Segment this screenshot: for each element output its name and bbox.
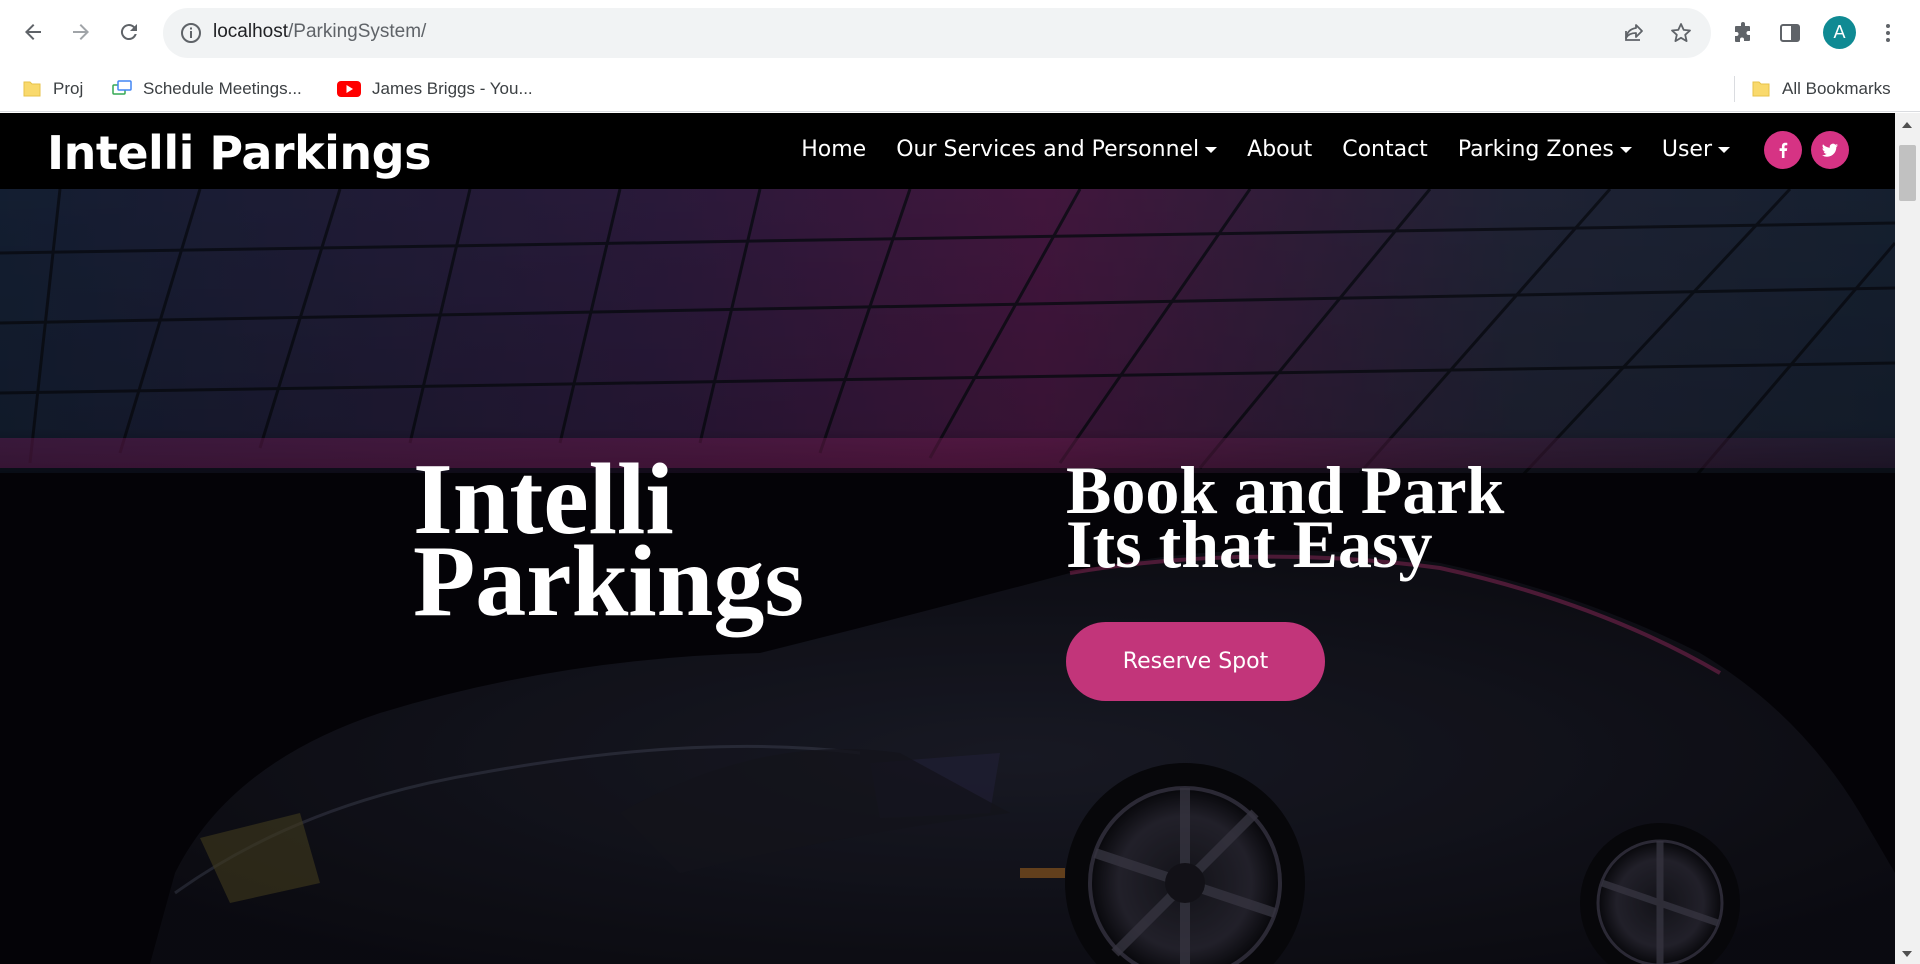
- nav-label: User: [1661, 137, 1712, 162]
- extensions-icon[interactable]: [1731, 21, 1755, 45]
- nav-label: Home: [801, 137, 867, 162]
- url-host: localhost: [213, 21, 288, 42]
- meetings-icon: [112, 80, 132, 95]
- nav-about[interactable]: About: [1247, 137, 1312, 162]
- bookmarks-bar: Proj Schedule Meetings... James Briggs -…: [0, 66, 1920, 112]
- youtube-icon: [337, 81, 361, 97]
- nav-links: Home Our Services and Personnel About Co…: [771, 137, 1730, 162]
- back-arrow-icon[interactable]: [14, 13, 52, 51]
- caret-down-icon: [1718, 146, 1730, 153]
- hero-title: Intelli Parkings: [413, 449, 805, 638]
- nav-label: Our Services and Personnel: [896, 137, 1200, 162]
- bookmark-label: Schedule Meetings...: [143, 79, 302, 98]
- scroll-up-icon[interactable]: [1902, 122, 1912, 128]
- caret-down-icon: [1205, 146, 1218, 153]
- share-icon[interactable]: [1622, 21, 1646, 45]
- car-garage-image: [0, 187, 1895, 964]
- menu-dots-icon[interactable]: [1876, 21, 1900, 45]
- scroll-down-icon[interactable]: [1902, 951, 1912, 957]
- bookmark-label: Proj: [53, 79, 84, 98]
- page-scrollbar[interactable]: [1895, 113, 1920, 964]
- reserve-spot-button[interactable]: Reserve Spot: [1066, 622, 1325, 701]
- bookmark-label: James Briggs - You...: [372, 79, 533, 98]
- folder-icon: [23, 81, 41, 97]
- nav-services-dropdown[interactable]: Our Services and Personnel: [896, 137, 1218, 162]
- forward-arrow-icon[interactable]: [62, 13, 100, 51]
- nav-contact[interactable]: Contact: [1342, 137, 1428, 162]
- url-text[interactable]: localhost/ParkingSystem/: [213, 21, 426, 43]
- bookmark-schedule-meetings[interactable]: Schedule Meetings...: [112, 75, 302, 103]
- address-bar[interactable]: localhost/ParkingSystem/: [163, 8, 1711, 58]
- site-info-icon[interactable]: [179, 21, 203, 45]
- hero-subtitle: Book and Park Its that Easy: [1066, 456, 1504, 578]
- site-brand[interactable]: Intelli Parkings: [47, 126, 432, 180]
- browser-toolbar: localhost/ParkingSystem/ A: [0, 0, 1920, 66]
- twitter-icon[interactable]: [1811, 131, 1849, 169]
- nav-home[interactable]: Home: [801, 137, 866, 162]
- reload-icon[interactable]: [110, 13, 148, 51]
- hero-background: [0, 113, 1895, 964]
- all-bookmarks-label: All Bookmarks: [1782, 79, 1891, 98]
- nav-parking-zones-dropdown[interactable]: Parking Zones: [1458, 137, 1632, 162]
- nav-label: Parking Zones: [1457, 137, 1614, 162]
- site-navbar: Intelli Parkings Home Our Services and P…: [0, 113, 1895, 189]
- nav-label: Contact: [1342, 137, 1428, 162]
- nav-user-dropdown[interactable]: User: [1662, 137, 1730, 162]
- bookmark-proj[interactable]: Proj: [22, 75, 83, 103]
- facebook-icon[interactable]: [1764, 131, 1802, 169]
- page-viewport: Intelli Parkings Home Our Services and P…: [0, 113, 1895, 964]
- caret-down-icon: [1619, 146, 1632, 153]
- side-panel-icon[interactable]: [1778, 21, 1802, 45]
- url-path: /ParkingSystem/: [288, 21, 427, 42]
- bookmarks-divider: [1734, 76, 1735, 102]
- all-bookmarks[interactable]: All Bookmarks: [1751, 75, 1891, 103]
- profile-avatar[interactable]: A: [1823, 16, 1856, 49]
- nav-label: About: [1247, 137, 1313, 162]
- folder-icon: [1752, 81, 1770, 97]
- star-icon[interactable]: [1669, 21, 1693, 45]
- hero-title-line: Parkings: [413, 525, 805, 638]
- bookmark-james-briggs[interactable]: James Briggs - You...: [337, 75, 533, 103]
- scrollbar-thumb[interactable]: [1899, 145, 1916, 201]
